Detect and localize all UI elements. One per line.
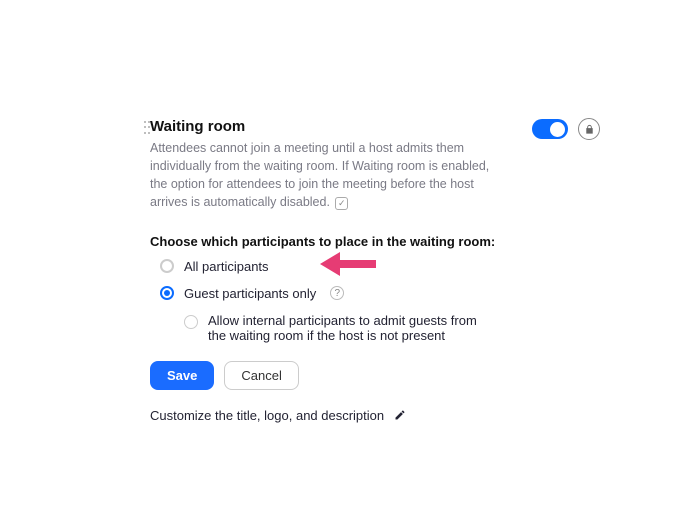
customize-label: Customize the title, logo, and descripti… bbox=[150, 408, 384, 423]
waiting-room-section: Waiting room Attendees cannot join a mee… bbox=[150, 118, 510, 423]
verified-icon[interactable] bbox=[335, 197, 348, 210]
checkbox-label: Allow internal participants to admit gue… bbox=[208, 313, 484, 343]
radio-all-participants[interactable]: All participants bbox=[160, 259, 510, 274]
radio-icon bbox=[160, 259, 174, 273]
button-row: Save Cancel bbox=[150, 361, 510, 390]
radio-guest-participants[interactable]: Guest participants only ? bbox=[160, 286, 510, 301]
section-description-text: Attendees cannot join a meeting until a … bbox=[150, 141, 489, 209]
lock-icon[interactable] bbox=[578, 118, 600, 140]
section-description: Attendees cannot join a meeting until a … bbox=[150, 139, 510, 212]
drag-handle-icon[interactable] bbox=[144, 121, 150, 135]
waiting-room-toggle[interactable] bbox=[532, 119, 568, 139]
radio-icon bbox=[160, 286, 174, 300]
participants-subhead: Choose which participants to place in th… bbox=[150, 234, 510, 249]
section-controls bbox=[532, 118, 600, 140]
section-title: Waiting room bbox=[150, 118, 510, 135]
radio-label: All participants bbox=[184, 259, 269, 274]
help-icon[interactable]: ? bbox=[330, 286, 344, 300]
checkbox-icon bbox=[184, 315, 198, 329]
save-button[interactable]: Save bbox=[150, 361, 214, 390]
checkbox-allow-internal[interactable]: Allow internal participants to admit gue… bbox=[184, 313, 484, 343]
pencil-icon bbox=[394, 409, 406, 421]
radio-label: Guest participants only bbox=[184, 286, 316, 301]
customize-link[interactable]: Customize the title, logo, and descripti… bbox=[150, 408, 510, 423]
cancel-button[interactable]: Cancel bbox=[224, 361, 298, 390]
